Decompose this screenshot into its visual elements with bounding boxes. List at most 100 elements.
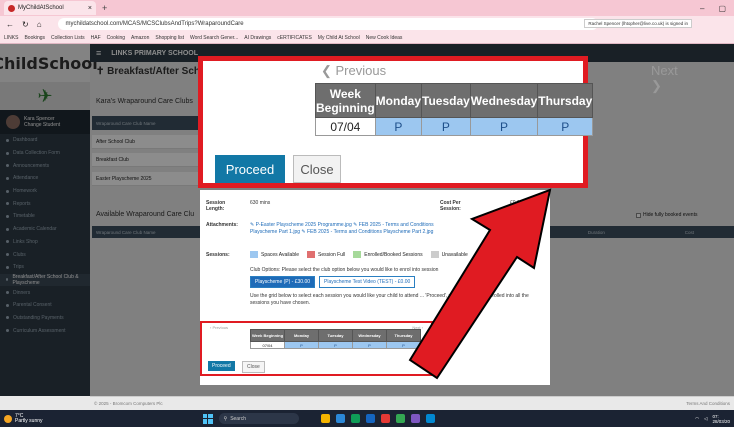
legend-label: Unavailable xyxy=(441,251,468,258)
grid-session-cell[interactable]: P xyxy=(386,341,421,349)
outlook-icon[interactable] xyxy=(425,414,435,423)
bookmark-item[interactable]: Bookings xyxy=(24,35,45,41)
grid-highlight-box: ‹ Previous Next › Week Beginning Monday … xyxy=(200,321,433,376)
zoom-header-thursday: Thursday xyxy=(537,83,594,118)
url-field[interactable]: mychildatschool.com/MCAS/MCSClubsAndTrip… xyxy=(57,18,598,30)
club-option-test-video[interactable]: Playscheme Test Video (TEST) - £0.00 xyxy=(319,276,416,288)
grid-header-monday: Monday xyxy=(284,329,319,342)
grid-header-thursday: Thursday xyxy=(386,329,421,342)
club-option-playscheme[interactable]: Playscheme (P) - £30.00 xyxy=(250,276,316,288)
legend-item: Session Full xyxy=(307,251,345,258)
legend-label: Enrolled/Booked Sessions xyxy=(364,251,423,258)
zoom-next-link[interactable]: Next ❯ xyxy=(651,63,678,94)
grid-session-cell[interactable]: P xyxy=(352,341,387,349)
url-text: mychildatschool.com/MCAS/MCSClubsAndTrip… xyxy=(65,21,244,27)
account-tooltip: Rachel Spencer (lhtopher@live.co.uk) is … xyxy=(584,19,692,28)
zoom-header-wednesday: Wednesday xyxy=(469,83,539,118)
file-explorer-icon[interactable] xyxy=(320,414,330,423)
page-footer: © 2025 - Bromcom Computers Plc Terms And… xyxy=(90,396,734,410)
zoom-session-cell[interactable]: P xyxy=(537,117,594,136)
site-favicon-icon xyxy=(8,4,15,12)
browser-tab[interactable]: MyChildAtSchool × xyxy=(4,1,96,15)
bookmark-item[interactable]: Amazon xyxy=(131,35,149,41)
grid-previous-link[interactable]: ‹ Previous xyxy=(210,325,228,330)
chrome-icon[interactable] xyxy=(395,414,405,423)
zoom-previous-link[interactable]: ❮ Previous xyxy=(321,63,386,79)
bookmark-item[interactable]: Cooking xyxy=(107,35,125,41)
session-length-value: 630 mins xyxy=(250,200,271,206)
cost-per-session-value: £0.00 xyxy=(510,200,523,206)
weather-text: Partly sunny xyxy=(15,417,43,424)
taskbar-apps xyxy=(320,414,435,423)
grid-week-cell: 07/04 xyxy=(250,341,285,349)
legend-label: Session Full xyxy=(318,251,346,258)
grid-session-cell[interactable]: P xyxy=(284,341,319,349)
maximize-icon[interactable]: ▢ xyxy=(718,4,726,13)
weather-widget[interactable]: 7°C Partly sunny xyxy=(0,413,43,424)
taskbar-search[interactable]: ⚲ Search xyxy=(218,413,299,424)
bookmark-item[interactable]: cERTIFICATES xyxy=(277,35,312,41)
wifi-icon[interactable]: ◠ xyxy=(695,416,699,422)
session-legend: Spaces Available Session Full Enrolled/Boo… xyxy=(250,251,468,258)
zoom-header-monday: Monday xyxy=(374,83,423,118)
bookmark-item[interactable]: Word Search Gener... xyxy=(190,35,238,41)
bookmark-item[interactable]: New Cook Ideas xyxy=(366,35,403,41)
bookmark-item[interactable]: HAF xyxy=(91,35,101,41)
zoom-session-cell[interactable]: P xyxy=(469,117,539,136)
windows-start-icon[interactable] xyxy=(202,413,213,424)
new-tab-icon[interactable]: + xyxy=(102,3,107,13)
bookmark-item[interactable]: My Child At School xyxy=(318,35,360,41)
session-length-label: Session Length: xyxy=(206,200,226,212)
zoom-header-week: Week Beginning xyxy=(315,83,376,118)
zoom-header-tuesday: Tuesday xyxy=(421,83,471,118)
attachment-link-1[interactable]: P-Easter Playscheme 2025 Programme.jpg xyxy=(256,222,352,228)
table-row: 07/04 P P P P xyxy=(315,117,594,136)
proceed-button[interactable]: Proceed xyxy=(208,361,235,371)
zoom-session-cell[interactable]: P xyxy=(374,117,423,136)
legend-label: Spaces Available xyxy=(261,251,299,258)
legend-item: Spaces Available xyxy=(250,251,299,258)
home-icon[interactable]: ⌂ xyxy=(37,20,42,29)
footer-copyright: © 2025 - Bromcom Computers Plc xyxy=(94,401,163,406)
bookmark-item[interactable]: LINKS xyxy=(4,35,18,41)
edge-icon[interactable] xyxy=(365,414,375,423)
sessions-label: Sessions: xyxy=(206,252,230,258)
bookmarks-bar: LINKS Bookings Collection Lists HAF Cooking A… xyxy=(0,32,734,44)
search-label: Search xyxy=(230,415,247,422)
session-grid-small: Week Beginning Monday Tuesday Wednesday … xyxy=(250,329,421,349)
back-icon[interactable]: ← xyxy=(6,20,14,29)
club-options: Playscheme (P) - £30.00 Playscheme Test … xyxy=(250,276,416,288)
legend-item: Enrolled/Booked Sessions xyxy=(353,251,423,258)
table-row: 07/04 P P P P xyxy=(250,341,421,349)
grid-session-cell[interactable]: P xyxy=(318,341,353,349)
app-icon[interactable] xyxy=(380,414,390,423)
zoom-proceed-button[interactable]: Proceed xyxy=(215,155,285,183)
zoom-close-button[interactable]: Close xyxy=(293,155,341,183)
attachment-link-3[interactable]: FEB 2025 - Terms and Conditions Playsche… xyxy=(307,229,433,235)
app-icon[interactable] xyxy=(350,414,360,423)
tab-close-icon[interactable]: × xyxy=(88,5,92,12)
clock-date: 28/03/20 xyxy=(712,418,730,424)
grid-header-wednesday: Wednesday xyxy=(352,329,387,342)
close-button[interactable]: Close xyxy=(242,361,265,373)
grid-instructions: Use the grid below to select each sessio… xyxy=(250,293,529,306)
bookmark-item[interactable]: Shopping list xyxy=(155,35,184,41)
app-icon[interactable] xyxy=(335,414,345,423)
legend-swatch xyxy=(250,251,258,258)
terms-link[interactable]: Terms And Conditions xyxy=(686,401,734,406)
bookmark-item[interactable]: Collection Lists xyxy=(51,35,85,41)
bookmark-item[interactable]: AI Drawings xyxy=(244,35,271,41)
zoom-session-cell[interactable]: P xyxy=(421,117,471,136)
reload-icon[interactable]: ↻ xyxy=(22,20,29,29)
minimize-icon[interactable]: – xyxy=(700,4,704,13)
session-grid-zoomed: Week Beginning Monday Tuesday Wednesday … xyxy=(315,83,594,136)
attachments-label: Attachments: xyxy=(206,222,238,228)
windows-taskbar: 7°C Partly sunny ⚲ Search ◠ ◁ 07: 28/03/… xyxy=(0,410,734,427)
legend-swatch xyxy=(307,251,315,258)
sun-icon xyxy=(4,414,12,423)
zoomed-grid-callout: ❮ Previous Next ❯ Week Beginning Monday … xyxy=(198,56,678,188)
search-icon: ⚲ xyxy=(223,415,228,422)
volume-icon[interactable]: ◁ xyxy=(704,416,707,422)
grid-header-tuesday: Tuesday xyxy=(318,329,353,342)
app-icon[interactable] xyxy=(410,414,420,423)
